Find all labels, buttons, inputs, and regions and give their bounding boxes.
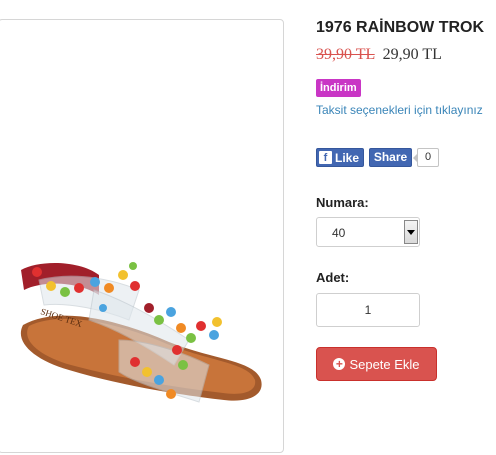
share-count: 0 [413, 148, 439, 167]
chevron-down-icon[interactable] [404, 220, 418, 244]
size-label: Numara: [316, 195, 369, 210]
add-to-cart-button[interactable]: + Sepete Ekle [316, 347, 437, 381]
product-page: SHOE TEX 1976 RAİNBOW TROK 39,90 TL 29,9… [0, 0, 496, 455]
facebook-like-button[interactable]: f Like [316, 148, 364, 167]
current-price: 29,90 TL [382, 46, 442, 63]
size-select-value: 40 [332, 226, 346, 240]
add-to-cart-label: Sepete Ekle [349, 356, 420, 372]
old-price: 39,90 TL [316, 46, 375, 63]
size-select[interactable]: 40 [316, 217, 420, 247]
price-row: 39,90 TL 29,90 TL [316, 46, 442, 64]
installment-options-link[interactable]: Taksit seçenekleri için tıklayınız [316, 103, 483, 117]
facebook-share-button[interactable]: Share [369, 148, 412, 167]
sandal-illustration: SHOE TEX [20, 262, 262, 403]
like-label: Like [335, 150, 360, 165]
product-image[interactable]: SHOE TEX [0, 19, 284, 453]
facebook-f-icon: f [319, 151, 332, 164]
quantity-input[interactable]: 1 [316, 293, 420, 327]
quantity-label: Adet: [316, 270, 350, 285]
plus-circle-icon: + [333, 358, 346, 370]
product-title: 1976 RAİNBOW TROK [316, 19, 485, 36]
discount-badge: İndirim [316, 79, 361, 97]
